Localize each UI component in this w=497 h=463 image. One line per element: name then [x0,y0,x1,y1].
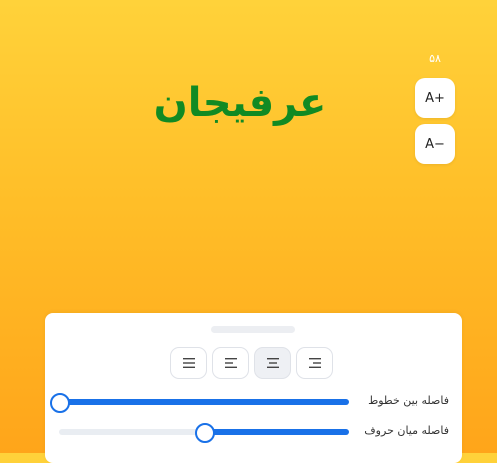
letter-spacing-slider-fill [204,429,349,435]
align-right-button[interactable] [296,347,333,379]
settings-panel: فاصله بین خطوط فاصله میان حروف [45,313,462,463]
letter-spacing-label: فاصله میان حروف [364,424,449,437]
line-height-slider-track[interactable] [50,393,349,413]
increase-font-button[interactable]: A+ [415,78,455,118]
line-height-row: فاصله بین خطوط [50,392,449,413]
letter-spacing-row: فاصله میان حروف [59,422,449,443]
decrease-font-button[interactable]: A− [415,124,455,164]
letter-spacing-slider-thumb[interactable] [195,423,215,443]
font-size-value: ۵۸ [429,52,441,65]
preview-text: عرفیجان [153,80,327,126]
alignment-group [170,347,333,379]
line-height-label: فاصله بین خطوط [368,394,449,407]
increase-font-label: A+ [425,90,445,106]
line-height-slider-thumb[interactable] [50,393,70,413]
align-center-button[interactable] [254,347,291,379]
decrease-font-label: A− [425,136,445,152]
letter-spacing-slider-track[interactable] [59,423,349,443]
line-height-slider-fill [59,399,349,405]
align-right-icon [308,358,321,368]
drag-handle[interactable] [211,326,295,333]
align-justify-icon [182,358,195,368]
align-left-button[interactable] [212,347,249,379]
align-justify-button[interactable] [170,347,207,379]
align-left-icon [224,358,237,368]
align-center-icon [266,358,279,368]
